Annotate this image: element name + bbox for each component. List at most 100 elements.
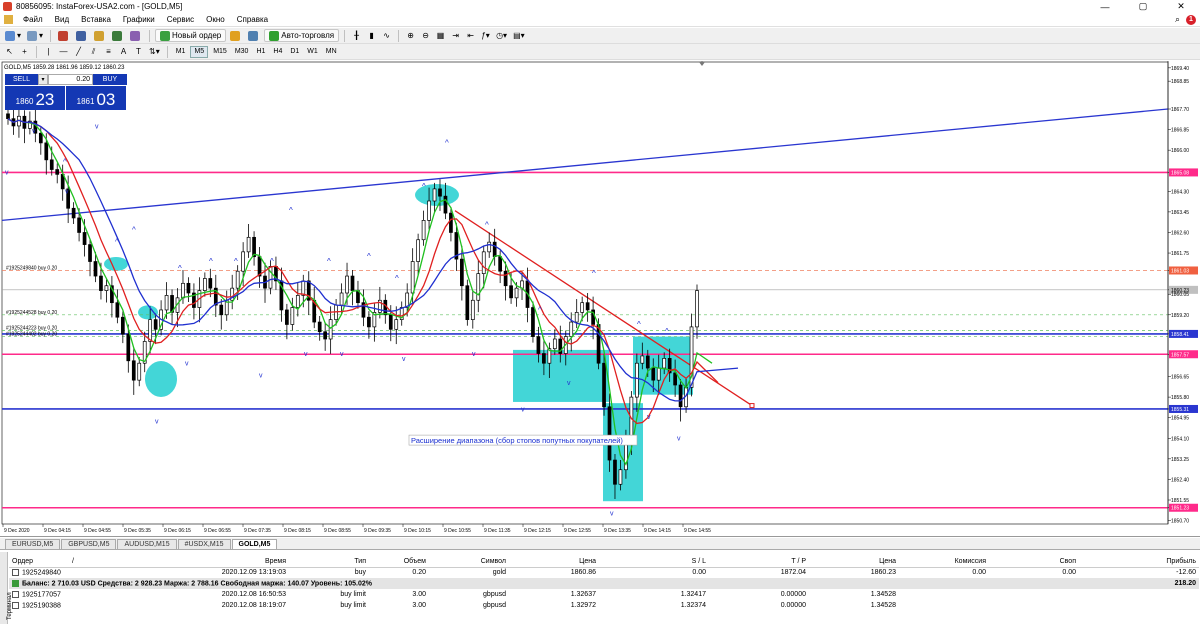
timeframe-m1[interactable]: M1: [173, 46, 189, 58]
candlestick-icon[interactable]: ▮: [365, 29, 378, 42]
col-commission[interactable]: Комиссия: [899, 556, 989, 568]
new-chart-icon[interactable]: ▾: [3, 29, 23, 42]
timeframe-m15[interactable]: M15: [210, 46, 230, 58]
horizontal-line-icon[interactable]: —: [57, 45, 70, 58]
col-time[interactable]: Время: [189, 556, 289, 568]
chart-canvas[interactable]: ^ ^ ^ ^ ^ ^ ^ ^ ^ ^ ^ ^ ^ ^ ^ ^ ^ ^ v v v v v v v v v v v v v v v v #19252…: [0, 61, 1200, 537]
profiles-icon[interactable]: ▾: [25, 29, 45, 42]
autotrading-button[interactable]: Авто-торговля: [264, 29, 340, 42]
col-swap[interactable]: Своп: [989, 556, 1079, 568]
menu-file[interactable]: Файл: [17, 15, 49, 24]
zoom-in-icon[interactable]: ⊕: [404, 29, 417, 42]
time-tick-label: 9 Dec 14:15: [644, 528, 671, 534]
trendline-icon[interactable]: ╱: [72, 45, 85, 58]
sell-price-button[interactable]: 1860 23: [5, 86, 65, 110]
zoom-out-icon[interactable]: ⊖: [419, 29, 432, 42]
menu-charts[interactable]: Графики: [117, 15, 161, 24]
buy-price-button[interactable]: 1861 03: [66, 86, 126, 110]
chart-shift-icon[interactable]: ⇤: [464, 29, 477, 42]
menu-view[interactable]: Вид: [49, 15, 75, 24]
notification-badge[interactable]: 1: [1186, 14, 1196, 25]
label-icon[interactable]: T: [132, 45, 145, 58]
timeframe-w1[interactable]: W1: [304, 46, 321, 58]
col-volume[interactable]: Объем: [369, 556, 429, 568]
col-sort[interactable]: /: [69, 556, 189, 568]
sell-button[interactable]: SELL: [5, 74, 38, 85]
arrows-icon[interactable]: ⇅▾: [147, 45, 162, 58]
new-order-button[interactable]: Новый ордер: [155, 29, 227, 42]
cursor-icon[interactable]: ↖: [3, 45, 16, 58]
text-icon[interactable]: A: [117, 45, 130, 58]
range-box: [513, 349, 609, 402]
col-sl[interactable]: S / L: [599, 556, 709, 568]
col-symbol[interactable]: Символ: [429, 556, 509, 568]
candle: [339, 292, 344, 306]
timeframe-h1[interactable]: H1: [253, 46, 268, 58]
candle: [246, 236, 251, 253]
col-order[interactable]: Ордер: [9, 556, 69, 568]
signals-icon[interactable]: [246, 29, 262, 42]
table-row[interactable]: 1925190388 2020.12.08 18:19:07 buy limit…: [9, 600, 1199, 611]
tab-gbpusd[interactable]: GBPUSD,M5: [61, 539, 117, 549]
bar-chart-icon[interactable]: ╂: [350, 29, 363, 42]
menu-tools[interactable]: Сервис: [161, 15, 200, 24]
price-tick-label: 1850.70: [1171, 519, 1189, 525]
tester-icon[interactable]: [128, 29, 144, 42]
candle: [137, 362, 142, 381]
order-symbol: gbpusd: [483, 591, 506, 598]
close-button[interactable]: ✕: [1162, 0, 1200, 13]
tab-gold[interactable]: GOLD,M5: [231, 539, 278, 549]
candle: [153, 319, 158, 330]
volume-input[interactable]: 0.20: [48, 74, 93, 85]
crosshair-icon[interactable]: +: [18, 45, 31, 58]
metaeditor-icon[interactable]: [228, 29, 244, 42]
price-tick-label: 1859.20: [1171, 313, 1189, 319]
tab-usdx[interactable]: #USDX,M15: [177, 539, 231, 549]
price-tick-label: 1857.57: [1171, 352, 1189, 358]
menu-insert[interactable]: Вставка: [75, 15, 117, 24]
price-tick-label: 1861.75: [1171, 251, 1189, 257]
navigator-icon[interactable]: [92, 29, 108, 42]
market-watch-icon[interactable]: [56, 29, 72, 42]
timeframe-d1[interactable]: D1: [287, 46, 302, 58]
pending-order-icon: [12, 601, 19, 609]
periods-icon[interactable]: ◷▾: [494, 29, 509, 42]
fibo-icon[interactable]: ≡: [102, 45, 115, 58]
tab-audusd[interactable]: AUDUSD,M15: [117, 539, 177, 549]
candle: [290, 307, 295, 325]
menu-window[interactable]: Окно: [200, 15, 231, 24]
terminal-side-label[interactable]: Терминал: [0, 552, 13, 624]
channel-icon[interactable]: ⫽: [87, 45, 100, 58]
table-row[interactable]: 1925177057 2020.12.08 16:50:53 buy limit…: [9, 589, 1199, 600]
tab-eurusd[interactable]: EURUSD,M5: [5, 539, 61, 549]
col-profit[interactable]: Прибыль: [1079, 556, 1199, 568]
table-row[interactable]: 1925249840 2020.12.09 13:19:03 buy 0.20 …: [9, 567, 1199, 578]
col-tp[interactable]: T / P: [709, 556, 809, 568]
balance-icon: [12, 579, 19, 587]
timeframe-mn[interactable]: MN: [323, 46, 340, 58]
app-logo-icon: [3, 2, 12, 11]
maximize-button[interactable]: ▢: [1124, 0, 1162, 13]
autoscroll-icon[interactable]: ⇥: [449, 29, 462, 42]
col-type[interactable]: Тип: [289, 556, 369, 568]
volume-dropdown[interactable]: ▾: [38, 74, 48, 85]
terminal-icon[interactable]: [110, 29, 126, 42]
menu-help[interactable]: Справка: [231, 15, 274, 24]
data-window-icon[interactable]: [74, 29, 90, 42]
timeframe-m30[interactable]: M30: [232, 46, 252, 58]
up-fractal-icon: ^: [63, 158, 67, 167]
templates-icon[interactable]: ▤▾: [511, 29, 527, 42]
price-chart[interactable]: ^ ^ ^ ^ ^ ^ ^ ^ ^ ^ ^ ^ ^ ^ ^ ^ ^ ^ v v v v v v v v v v v v v v v v #19252…: [0, 61, 1200, 537]
buy-button[interactable]: BUY: [93, 74, 127, 85]
col-price2[interactable]: Цена: [809, 556, 899, 568]
col-price[interactable]: Цена: [509, 556, 599, 568]
timeframe-h4[interactable]: H4: [270, 46, 285, 58]
tile-windows-icon[interactable]: ▦: [434, 29, 447, 42]
vertical-line-icon[interactable]: |: [42, 45, 55, 58]
indicators-icon[interactable]: ƒ▾: [479, 29, 492, 42]
minimize-button[interactable]: —: [1086, 0, 1124, 13]
line-chart-icon[interactable]: ∿: [380, 29, 393, 42]
candle: [421, 220, 426, 241]
search-icon[interactable]: ⌕: [1175, 14, 1180, 25]
timeframe-m5[interactable]: M5: [190, 45, 209, 58]
